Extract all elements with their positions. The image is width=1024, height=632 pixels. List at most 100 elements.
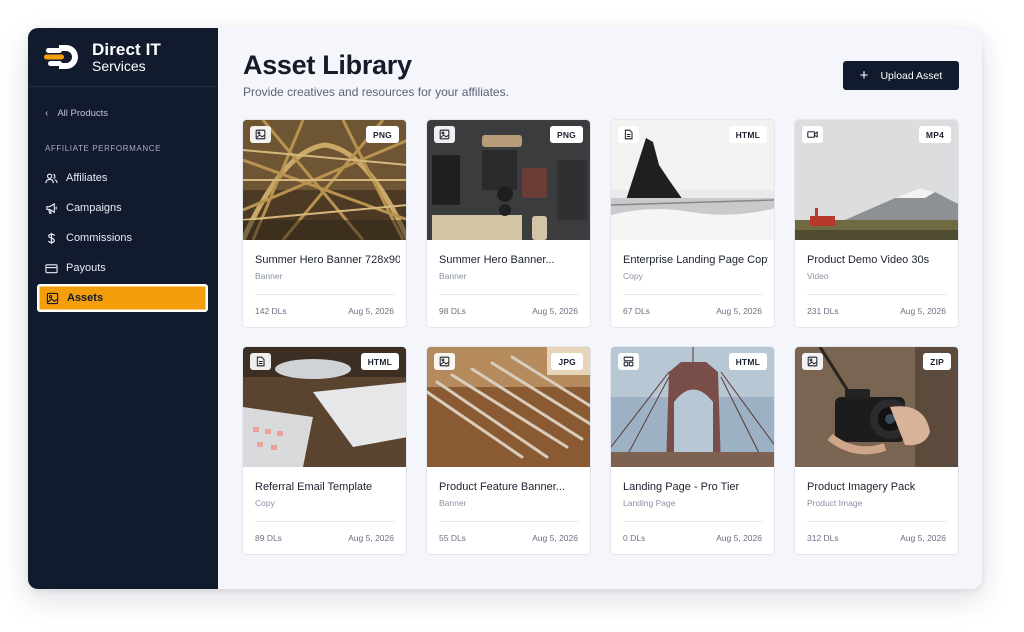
sidebar-item-label: Campaigns [66, 202, 122, 214]
asset-date: Aug 5, 2026 [348, 306, 394, 316]
card-divider [439, 521, 578, 522]
asset-date: Aug 5, 2026 [348, 533, 394, 543]
sidebar: Direct IT Services ‹ All Products AFFILI… [28, 28, 218, 589]
asset-category: Banner [439, 498, 467, 508]
video-icon [802, 126, 823, 143]
format-badge: JPG [551, 353, 583, 370]
asset-thumbnail: MP4 [795, 120, 958, 240]
sidebar-divider [28, 86, 218, 87]
asset-card[interactable]: MP4 Product Demo Video 30s Video 231 DLs… [794, 119, 959, 328]
card-divider [255, 294, 394, 295]
asset-title: Summer Hero Banner 728x90 [255, 254, 400, 266]
all-products-link[interactable]: ‹ All Products [45, 108, 108, 119]
card-divider [807, 521, 946, 522]
sidebar-item-label: Affiliates [66, 172, 108, 184]
chevron-left-icon: ‹ [45, 108, 49, 119]
sidebar-item-assets[interactable]: Assets [37, 284, 208, 312]
format-badge: MP4 [918, 126, 951, 143]
all-products-label: All Products [57, 108, 109, 119]
document-icon [250, 353, 271, 370]
megaphone-icon [45, 202, 58, 215]
asset-downloads: 231 DLs [807, 306, 839, 316]
image-icon [434, 353, 455, 370]
asset-grid: PNG Summer Hero Banner 728x90 Banner 142… [242, 119, 959, 555]
asset-downloads: 89 DLs [255, 533, 282, 543]
asset-category: Landing Page [623, 498, 676, 508]
asset-date: Aug 5, 2026 [900, 533, 946, 543]
asset-card[interactable]: PNG Summer Hero Banner... Banner 98 DLs … [426, 119, 591, 328]
image-icon [802, 353, 823, 370]
upload-asset-button[interactable]: + Upload Asset [843, 61, 959, 90]
asset-category: Product Image [807, 498, 863, 508]
format-badge: PNG [549, 126, 583, 143]
plus-icon: + [859, 67, 869, 84]
asset-card[interactable]: PNG Summer Hero Banner 728x90 Banner 142… [242, 119, 407, 328]
sidebar-item-commissions[interactable]: Commissions [37, 224, 208, 252]
asset-title: Landing Page - Pro Tier [623, 481, 740, 493]
asset-category: Video [807, 271, 829, 281]
page-subtitle: Provide creatives and resources for your… [243, 85, 509, 99]
asset-title: Product Feature Banner... [439, 481, 565, 493]
asset-date: Aug 5, 2026 [532, 533, 578, 543]
asset-title: Summer Hero Banner... [439, 254, 555, 266]
image-icon [434, 126, 455, 143]
asset-downloads: 142 DLs [255, 306, 287, 316]
card-divider [623, 521, 762, 522]
asset-downloads: 0 DLs [623, 533, 646, 543]
asset-thumbnail: HTML [611, 120, 774, 240]
asset-category: Copy [255, 498, 275, 508]
format-badge: HTML [728, 353, 767, 370]
brand-subtitle: Services [92, 58, 146, 74]
sidebar-item-label: Payouts [66, 262, 106, 274]
credit-card-icon [45, 262, 58, 275]
asset-thumbnail: JPG [427, 347, 590, 467]
image-icon [46, 292, 59, 305]
asset-title: Product Demo Video 30s [807, 254, 930, 266]
asset-category: Copy [623, 271, 643, 281]
document-icon [618, 126, 639, 143]
brand-logo-icon [44, 45, 78, 69]
sidebar-item-campaigns[interactable]: Campaigns [37, 194, 208, 222]
sidebar-nav: Affiliates Campaigns Commissions Payouts… [37, 164, 208, 314]
asset-category: Banner [255, 271, 283, 281]
format-badge: HTML [728, 126, 767, 143]
asset-thumbnail: PNG [427, 120, 590, 240]
asset-thumbnail: PNG [243, 120, 406, 240]
asset-date: Aug 5, 2026 [532, 306, 578, 316]
format-badge: ZIP [923, 353, 951, 370]
card-divider [439, 294, 578, 295]
asset-category: Banner [439, 271, 467, 281]
brand-name: Direct IT [92, 40, 161, 59]
app-window: Direct IT Services ‹ All Products AFFILI… [28, 28, 982, 589]
asset-card[interactable]: HTML Landing Page - Pro Tier Landing Pag… [610, 346, 775, 555]
asset-date: Aug 5, 2026 [900, 306, 946, 316]
asset-downloads: 312 DLs [807, 533, 839, 543]
asset-downloads: 55 DLs [439, 533, 466, 543]
page-title: Asset Library [243, 50, 412, 80]
image-icon [250, 126, 271, 143]
main-content: Asset Library Provide creatives and reso… [218, 28, 982, 589]
asset-downloads: 67 DLs [623, 306, 650, 316]
asset-title: Product Imagery Pack [807, 481, 916, 493]
asset-date: Aug 5, 2026 [716, 306, 762, 316]
asset-title: Referral Email Template [255, 481, 373, 493]
format-badge: HTML [360, 353, 399, 370]
sidebar-item-label: Assets [67, 292, 104, 304]
card-divider [255, 521, 394, 522]
layout-icon [618, 353, 639, 370]
sidebar-item-affiliates[interactable]: Affiliates [37, 164, 208, 192]
card-divider [807, 294, 946, 295]
asset-title: Enterprise Landing Page Copy [623, 254, 768, 266]
asset-card[interactable]: HTML Referral Email Template Copy 89 DLs… [242, 346, 407, 555]
asset-thumbnail: HTML [243, 347, 406, 467]
asset-thumbnail: ZIP [795, 347, 958, 467]
sidebar-item-label: Commissions [66, 232, 133, 244]
asset-card[interactable]: ZIP Product Imagery Pack Product Image 3… [794, 346, 959, 555]
card-divider [623, 294, 762, 295]
asset-card[interactable]: HTML Enterprise Landing Page Copy Copy 6… [610, 119, 775, 328]
asset-card[interactable]: JPG Product Feature Banner... Banner 55 … [426, 346, 591, 555]
dollar-icon [45, 232, 58, 245]
sidebar-item-payouts[interactable]: Payouts [37, 254, 208, 282]
brand[interactable]: Direct IT Services [44, 41, 161, 73]
asset-downloads: 98 DLs [439, 306, 466, 316]
